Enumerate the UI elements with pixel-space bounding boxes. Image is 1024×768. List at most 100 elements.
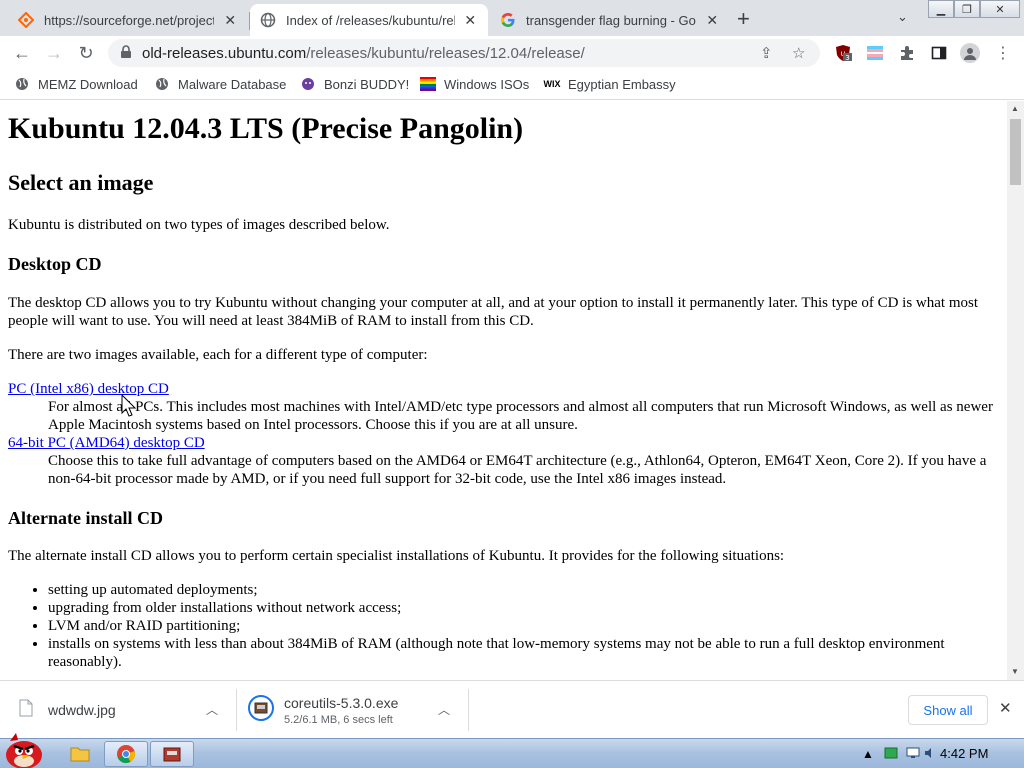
action-center-flag-icon[interactable] [884, 747, 898, 762]
bookmark-label: Egyptian Embassy [568, 76, 676, 92]
download-bar: wdwdw.jpg ︿ coreutils-5.3.0.exe 5.2/6.1 … [0, 680, 1024, 738]
profile-avatar-icon[interactable] [960, 43, 980, 63]
installer-file-icon [248, 694, 274, 726]
download-filename: coreutils-5.3.0.exe [284, 694, 399, 711]
alternate-cd-heading: Alternate install CD [8, 508, 163, 528]
menu-kebab-icon[interactable]: ⋮ [994, 44, 1012, 62]
google-icon [500, 12, 516, 28]
list-item: installs on systems with less than about… [48, 635, 998, 671]
share-icon[interactable]: ⇪ [760, 44, 773, 62]
bookmark-memz[interactable]: MEMZ Download [14, 76, 138, 92]
close-tab-icon[interactable]: ✕ [704, 12, 720, 29]
restore-icon[interactable]: ❐ [954, 0, 980, 18]
tab-google-search[interactable]: transgender flag burning - Google Search… [490, 4, 730, 36]
windows-taskbar: ▲ 4:42 PM [0, 733, 1024, 768]
minimize-icon[interactable]: ▁ [928, 0, 954, 18]
tab-sourceforge[interactable]: https://sourceforge.net/projects/ ✕ [8, 4, 248, 36]
url-text[interactable]: old-releases.ubuntu.com/releases/kubuntu… [142, 45, 585, 62]
show-hidden-icons-icon[interactable]: ▲ [862, 747, 874, 761]
alternate-situations-list: setting up automated deployments; upgrad… [48, 581, 998, 671]
explorer-icon[interactable] [70, 744, 90, 767]
bookmarks-bar: MEMZ Download Malware Database Bonzi BUD… [0, 70, 1024, 100]
page-title: Kubuntu 12.04.3 LTS (Precise Pangolin) [8, 112, 524, 145]
bookmark-label: Malware Database [178, 76, 287, 92]
amd64-description: Choose this to take full advantage of co… [48, 453, 987, 487]
system-clock[interactable]: 4:42 PM [940, 746, 988, 761]
globe-icon [154, 76, 170, 92]
network-icon[interactable] [906, 747, 920, 762]
globe-icon [260, 12, 276, 28]
globe-icon [14, 76, 30, 92]
installer-icon [163, 747, 181, 762]
file-icon [18, 699, 34, 722]
ublock-extension-icon[interactable]: u3 [834, 44, 852, 62]
bonzi-icon [300, 76, 316, 92]
list-item: LVM and/or RAID partitioning; [48, 617, 998, 635]
url-host: old-releases.ubuntu.com [142, 45, 307, 62]
list-item: setting up automated deployments; [48, 581, 998, 599]
page-subtitle: Select an image [8, 170, 154, 195]
trans-flag-extension-icon[interactable] [866, 44, 884, 62]
sourceforge-icon [18, 12, 34, 28]
tab-search-chevron-icon[interactable]: ⌄ [897, 9, 908, 25]
tab-title: Index of /releases/kubuntu/releases/ [286, 12, 455, 28]
scroll-up-arrow-icon[interactable]: ▲ [1011, 104, 1019, 113]
url-path: /releases/kubuntu/releases/12.04/release… [306, 45, 585, 62]
close-download-bar-icon[interactable]: ✕ [999, 699, 1012, 717]
chrome-icon [117, 745, 136, 764]
desktop-cd-heading: Desktop CD [8, 254, 102, 274]
download-filename: wdwdw.jpg [48, 702, 116, 718]
window-controls: ▁ ❐ ✕ [928, 0, 1020, 18]
vertical-scrollbar[interactable]: ▲ ▼ [1007, 101, 1024, 680]
address-bar[interactable]: old-releases.ubuntu.com/releases/kubuntu… [108, 39, 820, 67]
extensions-puzzle-icon[interactable] [898, 44, 916, 62]
mouse-cursor-icon [121, 394, 137, 417]
bookmark-star-icon[interactable]: ☆ [792, 44, 805, 62]
chevron-up-icon[interactable]: ︿ [438, 701, 450, 718]
new-tab-plus-icon[interactable]: + [737, 6, 750, 32]
forward-arrow-icon[interactable]: → [42, 41, 66, 65]
browser-toolbar: ← → ↻ old-releases.ubuntu.com/releases/k… [0, 36, 1024, 70]
download-status: 5.2/6.1 MB, 6 secs left [284, 713, 393, 726]
alternate-cd-text: The alternate install CD allows you to p… [8, 548, 785, 564]
reload-icon[interactable]: ↻ [74, 41, 98, 65]
page-content: Kubuntu 12.04.3 LTS (Precise Pangolin) S… [0, 101, 1007, 680]
desktop-cd-text: The desktop CD allows you to try Kubuntu… [8, 295, 978, 329]
bookmark-malware-database[interactable]: Malware Database [154, 76, 286, 92]
download-separator [468, 689, 469, 731]
close-window-icon[interactable]: ✕ [980, 0, 1020, 18]
scrollbar-thumb[interactable] [1010, 119, 1021, 185]
bookmark-bonzi-buddy[interactable]: Bonzi BUDDY! [300, 76, 409, 92]
scroll-down-arrow-icon[interactable]: ▼ [1011, 667, 1019, 676]
wix-icon: WIX [543, 79, 561, 89]
close-tab-icon[interactable]: ✕ [463, 12, 478, 29]
side-panel-icon[interactable] [930, 44, 948, 62]
tab-strip: https://sourceforge.net/projects/ ✕ Inde… [0, 0, 1024, 36]
taskbar-chrome-button[interactable] [104, 741, 148, 767]
bookmark-label: Windows ISOs [444, 76, 530, 92]
tab-title: https://sourceforge.net/projects/ [44, 12, 215, 28]
show-all-button[interactable]: Show all [908, 695, 988, 725]
tab-kubuntu-index[interactable]: Index of /releases/kubuntu/releases/ ✕ [250, 4, 488, 36]
bookmark-label: MEMZ Download [38, 76, 138, 92]
close-tab-icon[interactable]: ✕ [222, 12, 238, 29]
back-arrow-icon[interactable]: ← [10, 41, 34, 65]
x86-description: For almost all PCs. This includes most m… [48, 399, 993, 433]
amd64-desktop-cd-link[interactable]: 64-bit PC (AMD64) desktop CD [8, 434, 205, 452]
download-item-wdwdw[interactable]: wdwdw.jpg ︿ [18, 681, 236, 739]
chevron-up-icon[interactable]: ︿ [206, 701, 218, 718]
start-button-angry-bird-icon[interactable] [2, 731, 48, 768]
bookmark-egyptian-embassy[interactable]: WIX Egyptian Embassy [544, 76, 676, 92]
list-item: upgrading from older installations witho… [48, 599, 998, 617]
bookmark-label: Bonzi BUDDY! [324, 76, 410, 92]
x86-desktop-cd-link[interactable]: PC (Intel x86) desktop CD [8, 380, 169, 398]
taskbar-app-button[interactable] [150, 741, 194, 767]
bookmark-windows-isos[interactable]: Windows ISOs [420, 76, 529, 92]
volume-icon[interactable] [924, 747, 936, 762]
tab-title: transgender flag burning - Google Search [526, 12, 696, 28]
download-separator [236, 689, 237, 731]
download-item-coreutils[interactable]: coreutils-5.3.0.exe 5.2/6.1 MB, 6 secs l… [248, 681, 466, 739]
lock-icon[interactable] [120, 45, 132, 64]
two-images-text: There are two images available, each for… [8, 347, 428, 363]
rainbow-flag-icon [420, 76, 436, 92]
